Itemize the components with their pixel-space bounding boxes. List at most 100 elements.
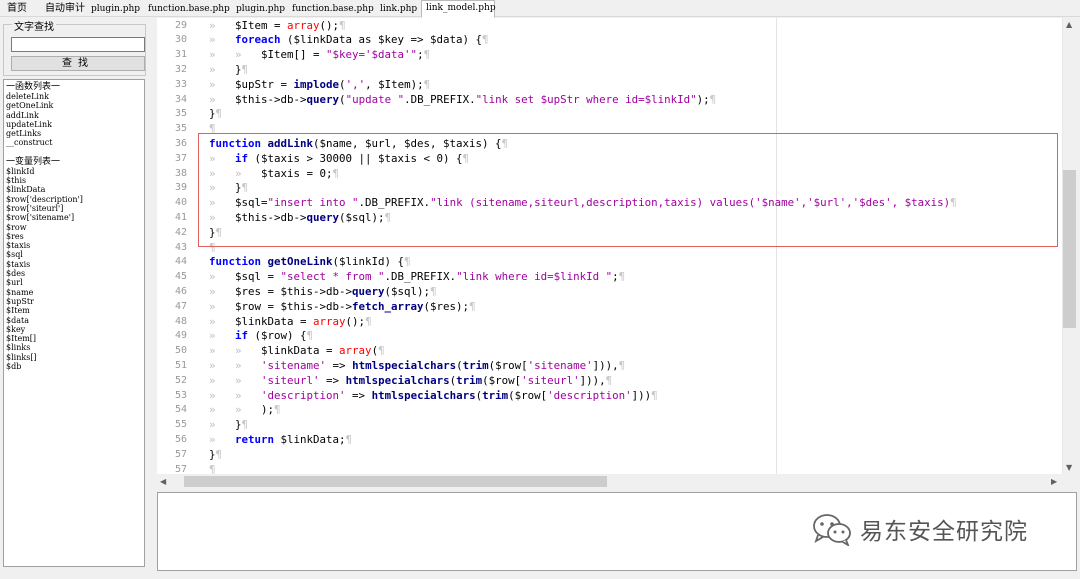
code-token: ($row[ bbox=[482, 373, 522, 387]
scroll-corner bbox=[1062, 474, 1078, 490]
variable-list-item[interactable]: $url bbox=[6, 278, 144, 287]
code-token: foreach bbox=[235, 33, 281, 47]
horizontal-scroll-thumb[interactable] bbox=[184, 476, 607, 487]
variable-list-item[interactable]: $row['siteurl'] bbox=[6, 204, 144, 213]
search-input[interactable] bbox=[11, 37, 145, 52]
line-number: 44 bbox=[174, 256, 187, 268]
text-search-group: 文字查找 查找 bbox=[3, 18, 146, 76]
line-number: 31 bbox=[174, 49, 187, 61]
tab-2[interactable]: plugin.php bbox=[86, 1, 141, 17]
variable-list-item[interactable]: $Item bbox=[6, 306, 144, 315]
code-line: » » $Item[] = "$key='$data'";¶ bbox=[209, 48, 431, 62]
variable-list-item[interactable]: $links bbox=[6, 343, 144, 352]
code-line: » » );¶ bbox=[209, 403, 281, 417]
line-number: 57 bbox=[174, 463, 187, 475]
scroll-left-icon[interactable]: ◀ bbox=[160, 477, 166, 487]
code-token: => bbox=[326, 358, 353, 372]
code-token: $linkData = bbox=[235, 314, 314, 328]
wechat-icon bbox=[813, 514, 851, 546]
code-token: , $Item); bbox=[365, 77, 424, 91]
symbol-list-panel[interactable]: 一函数列表一 deleteLink getOneLink addLink update… bbox=[3, 79, 145, 567]
code-token: htmlspecialchars bbox=[371, 388, 476, 402]
code-line: » }¶ bbox=[209, 418, 249, 432]
function-list-item[interactable]: getLinks bbox=[6, 129, 144, 138]
code-token: if bbox=[235, 329, 249, 343]
tab-1[interactable]: 自动审计 bbox=[40, 1, 85, 17]
code-token: 'sitename' bbox=[261, 358, 327, 372]
variable-list-item[interactable]: $res bbox=[6, 232, 144, 241]
code-editor[interactable]: 29 30 31 32 33 34 35 35 36 37 38 39 40 41 42 43 44 45 46 47… bbox=[172, 18, 1062, 474]
scroll-right-icon[interactable]: ▶ bbox=[1051, 477, 1057, 487]
line-number: 40 bbox=[174, 197, 187, 209]
variable-list-item[interactable]: $row bbox=[6, 223, 144, 232]
code-token: "select * from " bbox=[280, 270, 385, 284]
code-token: ($row[ bbox=[508, 388, 548, 402]
line-number: 39 bbox=[174, 182, 187, 194]
code-line: » if ($row) {¶ bbox=[209, 329, 314, 343]
code-token: $row = $this->db-> bbox=[235, 299, 353, 313]
variable-list-item[interactable]: $Item[] bbox=[6, 334, 144, 343]
code-token: array bbox=[339, 344, 372, 358]
code-line: » $upStr = implode(',', $Item);¶ bbox=[209, 77, 431, 91]
function-list-item[interactable]: __construct bbox=[6, 138, 144, 147]
variable-list-item[interactable]: $row['description'] bbox=[6, 195, 144, 204]
line-number: 37 bbox=[174, 152, 187, 164]
code-token: 'siteurl' bbox=[521, 373, 580, 387]
function-list-item[interactable]: getOneLink bbox=[6, 101, 144, 110]
variable-list-item[interactable]: $linkData bbox=[6, 185, 144, 194]
tab-7[interactable]: link_model.php bbox=[421, 0, 496, 18]
line-number: 51 bbox=[174, 359, 187, 371]
tab-6[interactable]: link.php bbox=[375, 1, 419, 17]
code-token: ])), bbox=[579, 373, 606, 387]
code-token: fetch_array bbox=[352, 299, 424, 313]
line-number: 55 bbox=[174, 419, 187, 431]
variable-list-item[interactable]: $name bbox=[6, 288, 144, 297]
scroll-down-icon[interactable]: ▼ bbox=[1066, 463, 1072, 473]
code-line: » » 'sitename' => htmlspecialchars(trim(… bbox=[209, 358, 626, 372]
variable-list-item[interactable]: $upStr bbox=[6, 297, 144, 306]
code-token: ($linkId) { bbox=[332, 255, 405, 269]
code-token: ])) bbox=[631, 388, 652, 402]
code-token: array bbox=[287, 18, 320, 32]
code-token: 'description' bbox=[261, 388, 346, 402]
code-token: "update " bbox=[345, 92, 405, 106]
tab-bar: 首页 自动审计 plugin.php function.base.php plugin.… bbox=[0, 0, 1080, 18]
code-token: htmlspecialchars bbox=[345, 373, 450, 387]
code-token: (); bbox=[319, 18, 340, 32]
variable-list-item[interactable]: $sql bbox=[6, 250, 144, 259]
code-token: trim bbox=[462, 358, 489, 372]
tab-0[interactable]: 首页 bbox=[2, 1, 34, 17]
tab-5[interactable]: function.base.php bbox=[287, 1, 374, 17]
code-token: "link where id=$linkId " bbox=[456, 270, 613, 284]
variable-list-item[interactable]: $taxis bbox=[6, 241, 144, 250]
code-line: » $linkData = array();¶ bbox=[209, 314, 372, 328]
code-line: }¶ bbox=[209, 107, 223, 121]
code-line: » $res = $this->db->query($sql);¶ bbox=[209, 284, 437, 298]
variable-list-item[interactable]: $des bbox=[6, 269, 144, 278]
search-button[interactable]: 查找 bbox=[11, 56, 145, 71]
line-number: 35 bbox=[174, 108, 187, 120]
variable-list-item[interactable]: $taxis bbox=[6, 260, 144, 269]
scroll-up-icon[interactable]: ▲ bbox=[1066, 20, 1072, 30]
line-number: 30 bbox=[174, 34, 187, 46]
variable-list-item[interactable]: $linkId bbox=[6, 167, 144, 176]
function-list-heading: 一函数列表一 bbox=[6, 82, 61, 92]
code-line: » » 'siteurl' => htmlspecialchars(trim($… bbox=[209, 373, 613, 387]
function-list-item[interactable]: updateLink bbox=[6, 120, 144, 129]
watermark: 易东安全研究院 bbox=[812, 512, 1028, 546]
tab-4[interactable]: plugin.php bbox=[231, 1, 285, 17]
vertical-scroll-thumb[interactable] bbox=[1063, 170, 1076, 328]
code-line: » $this->db->query("update ".DB_PREFIX."… bbox=[209, 92, 717, 106]
variable-list-item[interactable]: $this bbox=[6, 176, 144, 185]
variable-list-item[interactable]: $data bbox=[6, 316, 144, 325]
line-number: 49 bbox=[174, 330, 187, 342]
tab-3[interactable]: function.base.php bbox=[143, 1, 230, 17]
variable-list-item[interactable]: $links[] bbox=[6, 353, 144, 362]
variable-list-item[interactable]: $row['sitename'] bbox=[6, 213, 144, 222]
code-token: 'siteurl' bbox=[261, 373, 320, 387]
function-list-item[interactable]: addLink bbox=[6, 111, 144, 120]
code-token: getOneLink bbox=[267, 255, 333, 269]
variable-list-item[interactable]: $key bbox=[6, 325, 144, 334]
function-list-item[interactable]: deleteLink bbox=[6, 92, 144, 101]
variable-list-item[interactable]: $db bbox=[6, 362, 144, 371]
